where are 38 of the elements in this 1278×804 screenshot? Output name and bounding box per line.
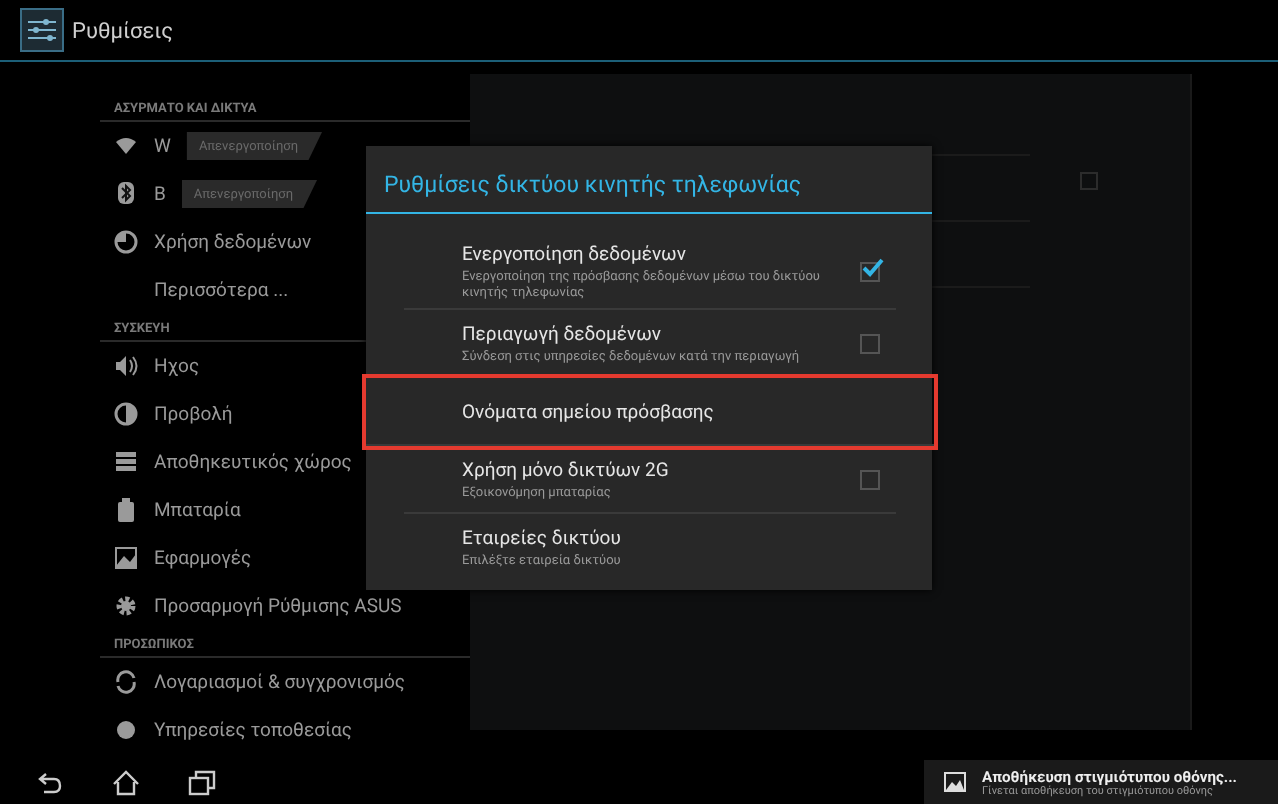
- wifi-icon: [114, 134, 138, 158]
- picture-icon: [114, 546, 138, 570]
- settings-item[interactable]: Λογαριασμοί & συγχρονισμός: [154, 671, 405, 693]
- bluetooth-icon: [114, 182, 138, 206]
- checkmark-icon: [862, 258, 884, 278]
- contrast-icon: [114, 402, 138, 426]
- settings-label: B: [154, 183, 166, 205]
- pie-chart-icon: [114, 230, 138, 254]
- picture-icon: [944, 772, 966, 792]
- sync-icon: [114, 670, 138, 694]
- highlighted-preference[interactable]: Ονόματα σημείου πρόσβασης: [366, 378, 934, 446]
- recent-apps-icon[interactable]: [188, 769, 216, 795]
- settings-app-icon: [20, 8, 64, 52]
- preference-title: Ονόματα σημείου πρόσβασης: [462, 401, 716, 423]
- home-icon[interactable]: [112, 769, 140, 795]
- settings-item[interactable]: Υπηρεσίες τοποθεσίας: [154, 719, 353, 741]
- checkbox[interactable]: [860, 262, 880, 282]
- settings-label: W: [154, 135, 171, 157]
- settings-item[interactable]: Περισσότερα ...: [154, 279, 289, 301]
- settings-item[interactable]: Προβολή: [154, 403, 233, 425]
- checkbox[interactable]: [860, 470, 880, 490]
- settings-item[interactable]: Μπαταρία: [154, 499, 241, 521]
- storage-icon: [114, 450, 138, 474]
- settings-item[interactable]: Εφαρμογές: [154, 547, 252, 569]
- speaker-icon: [114, 354, 138, 378]
- preference-title: Χρήση μόνο δικτύων 2G: [462, 460, 671, 482]
- settings-item[interactable]: Προσαρμογή Ρύθμισης ASUS: [154, 595, 402, 617]
- checkbox[interactable]: [860, 334, 880, 354]
- gear-icon: [114, 594, 138, 618]
- settings-item[interactable]: Ηχος: [154, 355, 200, 377]
- dialog-title: Ρυθμίσεις δικτύου κινητής τηλεφωνίας: [366, 146, 932, 214]
- battery-icon: [114, 498, 138, 522]
- back-icon[interactable]: [36, 769, 64, 795]
- preference-title: Εταιρείες δικτύου: [462, 528, 623, 550]
- preference-title: Ενεργοποίηση δεδομένων: [462, 244, 688, 266]
- app-title: Ρυθμίσεις: [72, 17, 174, 43]
- settings-item[interactable]: Χρήση δεδομένων: [154, 231, 312, 253]
- settings-item[interactable]: Αποθηκευτικός χώρος: [154, 451, 352, 473]
